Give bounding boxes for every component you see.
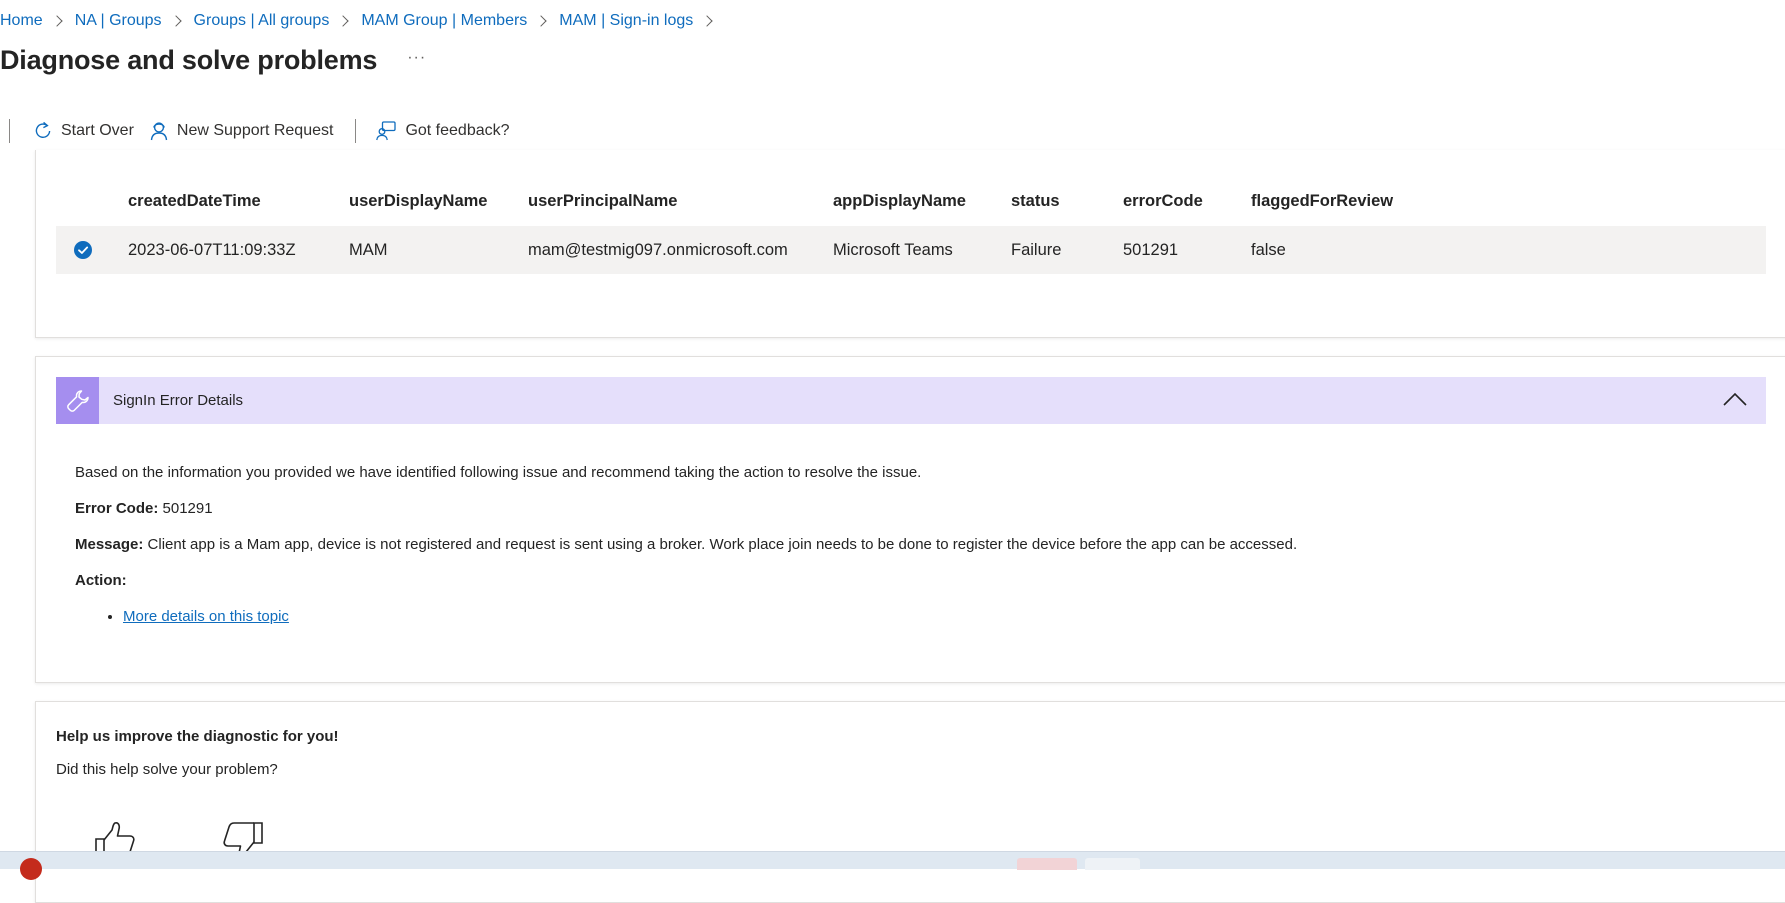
feedback-title: Help us improve the diagnostic for you! (56, 728, 339, 745)
details-body: Based on the information you provided we… (75, 463, 1297, 627)
error-code-value: 501291 (158, 500, 213, 517)
column-header: status (1011, 191, 1060, 210)
message-value: Client app is a Mam app, device is not r… (143, 536, 1298, 553)
feedback-card: Help us improve the diagnostic for you! … (35, 701, 1785, 903)
error-code-line: Error Code: 501291 (75, 499, 1297, 519)
results-card: createdDateTime userDisplayName userPrin… (35, 150, 1785, 338)
cell-created-datetime: 2023-06-07T11:09:33Z (128, 240, 296, 259)
cell-error-code: 501291 (1123, 240, 1179, 259)
chevron-right-icon (169, 15, 182, 27)
feedback-button[interactable]: Got feedback? (376, 121, 510, 141)
more-details-link[interactable]: More details on this topic (123, 608, 289, 625)
table-row[interactable]: 2023-06-07T11:09:33Z MAM mam@testmig097.… (56, 226, 1766, 274)
person-support-icon (150, 122, 168, 141)
wrench-icon (66, 389, 89, 412)
command-bar: Start Over New Support Request Got feedb… (0, 116, 510, 146)
cell-app-display-name: Microsoft Teams (833, 240, 953, 259)
breadcrumb-mam-group-members[interactable]: MAM Group | Members (361, 12, 527, 30)
column-header: userDisplayName (349, 191, 488, 210)
list-item: More details on this topic (123, 607, 1297, 627)
details-intro: Based on the information you provided we… (75, 464, 922, 481)
cell-status: Failure (1011, 240, 1062, 259)
refresh-icon (35, 121, 51, 138)
signin-error-details-card: SignIn Error Details Based on the inform… (35, 356, 1785, 683)
start-over-button[interactable]: Start Over (34, 121, 134, 141)
breadcrumb-na-groups[interactable]: NA | Groups (75, 12, 162, 30)
page-header: Diagnose and solve problems ··· (0, 42, 426, 78)
feedback-person-icon (376, 121, 397, 141)
error-code-label: Error Code: (75, 500, 159, 517)
new-support-request-button[interactable]: New Support Request (150, 121, 334, 141)
message-line: Message: Client app is a Mam app, device… (75, 535, 1297, 555)
row-selected-checkbox[interactable] (74, 241, 92, 259)
column-header: errorCode (1123, 191, 1203, 210)
table-header: createdDateTime userDisplayName userPrin… (36, 189, 1785, 213)
column-header: createdDateTime (128, 191, 261, 210)
section-title: SignIn Error Details (113, 392, 244, 409)
checkmark-circle-icon (78, 246, 89, 254)
signin-error-details-header[interactable]: SignIn Error Details (56, 377, 1766, 424)
action-line: Action: (75, 571, 1297, 591)
breadcrumb-home[interactable]: Home (0, 12, 43, 30)
page-title: Diagnose and solve problems (0, 44, 378, 75)
column-header: userPrincipalName (528, 191, 678, 210)
toolbar-divider (355, 119, 357, 143)
action-label: Action: (75, 572, 127, 589)
column-header: flaggedForReview (1251, 191, 1394, 210)
breadcrumb: Home NA | Groups Groups | All groups MAM… (0, 9, 725, 33)
new-support-request-label: New Support Request (176, 122, 334, 139)
more-options-button[interactable]: ··· (407, 49, 426, 67)
taskbar-app-icon[interactable] (20, 858, 42, 880)
chevron-right-icon (337, 15, 349, 27)
message-label: Message: (75, 536, 144, 553)
chevron-right-icon (701, 15, 713, 27)
cell-user-principal-name: mam@testmig097.onmicrosoft.com (528, 240, 788, 259)
column-header: appDisplayName (833, 191, 966, 210)
taskbar (0, 851, 1785, 880)
chevron-right-icon (535, 15, 547, 27)
wrench-icon-box (56, 377, 99, 424)
taskbar-app-icon[interactable] (1017, 858, 1077, 870)
breadcrumb-mam-signin-logs[interactable]: MAM | Sign-in logs (559, 12, 693, 30)
feedback-label: Got feedback? (405, 122, 510, 139)
chevron-right-icon (51, 15, 63, 27)
action-list: More details on this topic (75, 607, 1297, 627)
chevron-up-icon[interactable] (1722, 389, 1748, 411)
feedback-question: Did this help solve your problem? (56, 761, 278, 778)
toolbar-divider (9, 119, 10, 143)
cell-user-display-name: MAM (349, 240, 388, 259)
start-over-label: Start Over (61, 122, 134, 139)
cell-flagged-for-review: false (1251, 240, 1286, 259)
breadcrumb-all-groups[interactable]: Groups | All groups (194, 12, 330, 30)
taskbar-app-icon[interactable] (1085, 858, 1140, 870)
